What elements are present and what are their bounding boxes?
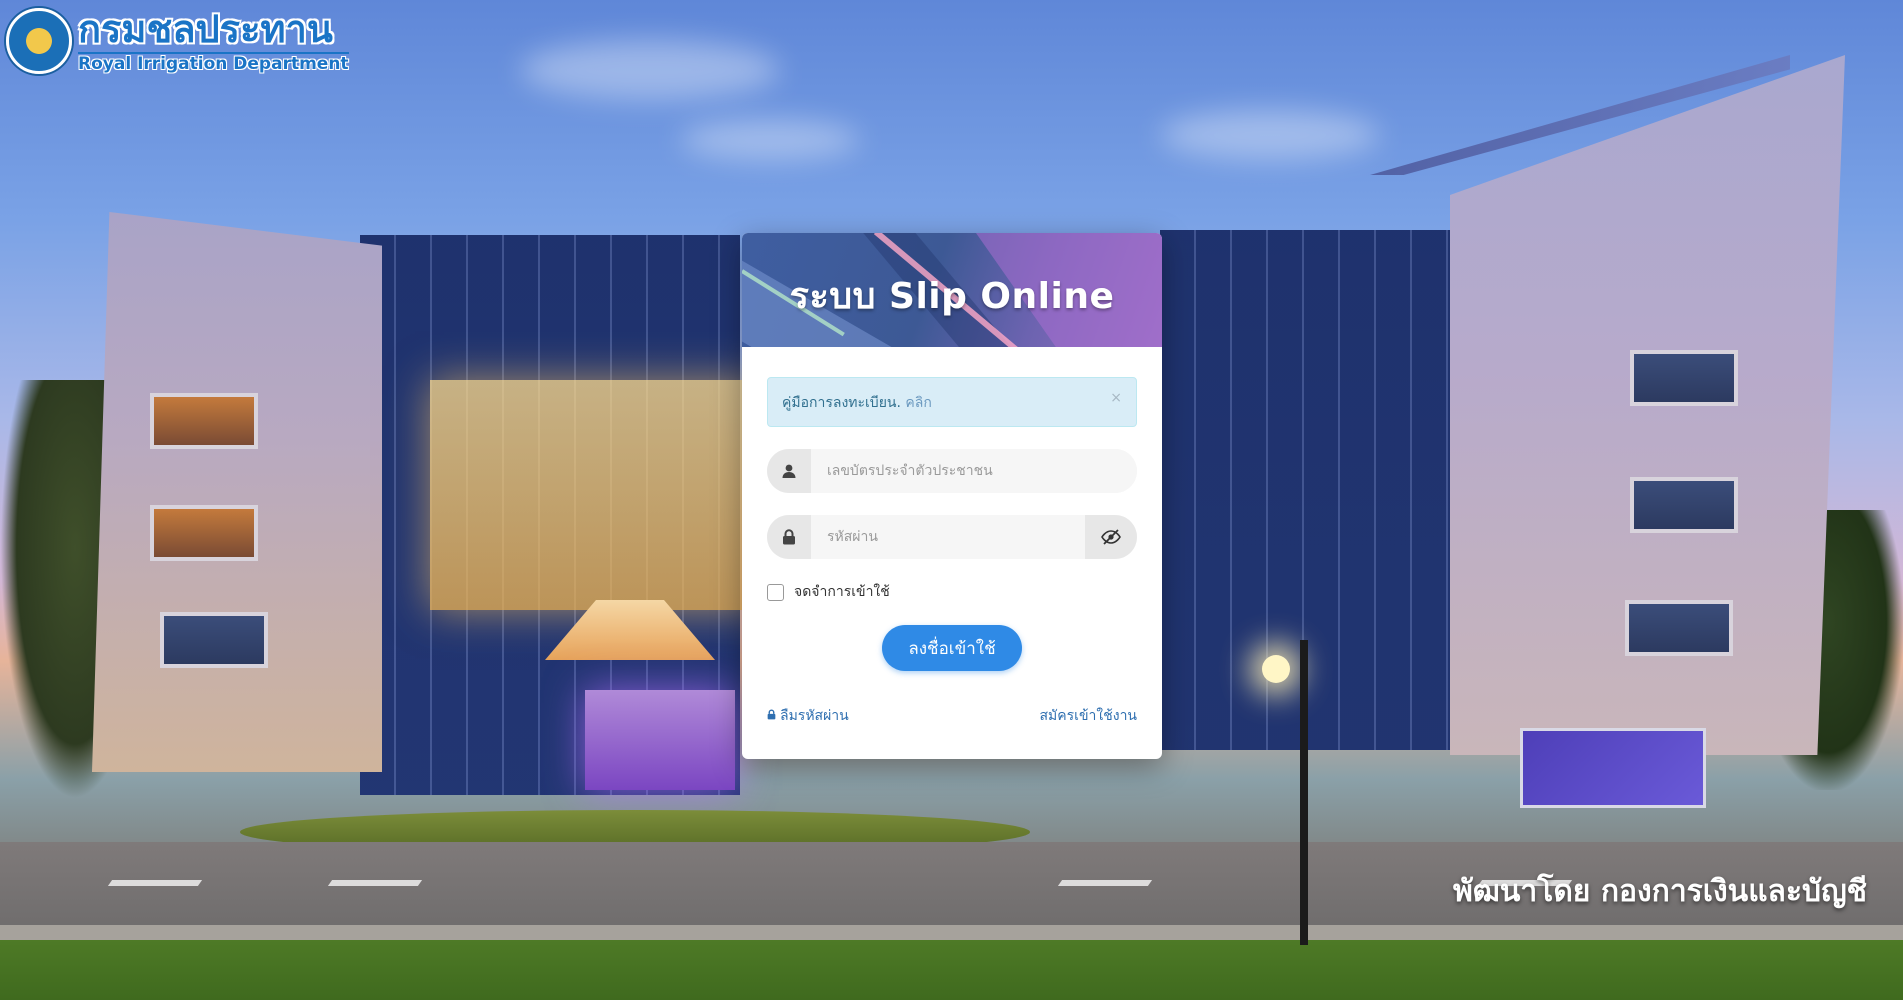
login-card: ระบบ Slip Online คู่มือการลงทะเบียน. คลิ… <box>742 233 1162 759</box>
forgot-password-link[interactable]: ลืมรหัสผ่าน <box>767 705 849 727</box>
org-name-th: กรมชลประทาน <box>78 6 333 51</box>
developer-credit: พัฒนาโดย กองการเงินและบัญชี <box>1452 874 1867 909</box>
guide-link[interactable]: คลิก <box>905 395 931 411</box>
id-number-group <box>767 449 1137 493</box>
system-title: ระบบ Slip Online <box>789 276 1115 317</box>
id-number-input[interactable] <box>811 449 1137 493</box>
register-link[interactable]: สมัครเข้าใช้งาน <box>1040 705 1137 727</box>
remember-checkbox[interactable] <box>767 583 784 601</box>
lock-icon <box>767 515 811 559</box>
login-button[interactable]: ลงชื่อเข้าใช้ <box>882 625 1022 671</box>
org-name-en: Royal Irrigation Department <box>78 51 349 74</box>
user-icon <box>767 449 811 493</box>
password-input[interactable] <box>811 515 1085 559</box>
rid-seal-icon <box>6 8 72 74</box>
brand-logo: กรมชลประทาน Royal Irrigation Department <box>6 8 349 74</box>
lock-icon <box>767 708 776 724</box>
password-group <box>767 515 1137 559</box>
alert-text: คู่มือการลงทะเบียน. <box>782 395 901 411</box>
registration-guide-alert: คู่มือการลงทะเบียน. คลิก × <box>767 377 1137 427</box>
eye-slash-icon[interactable] <box>1085 515 1137 559</box>
remember-me[interactable]: จดจำการเข้าใช้ <box>767 581 1137 603</box>
close-icon[interactable]: × <box>1110 390 1122 406</box>
remember-label: จดจำการเข้าใช้ <box>794 584 890 600</box>
card-footer-links: ลืมรหัสผ่าน สมัครเข้าใช้งาน <box>767 705 1137 727</box>
login-card-header: ระบบ Slip Online <box>742 233 1162 347</box>
